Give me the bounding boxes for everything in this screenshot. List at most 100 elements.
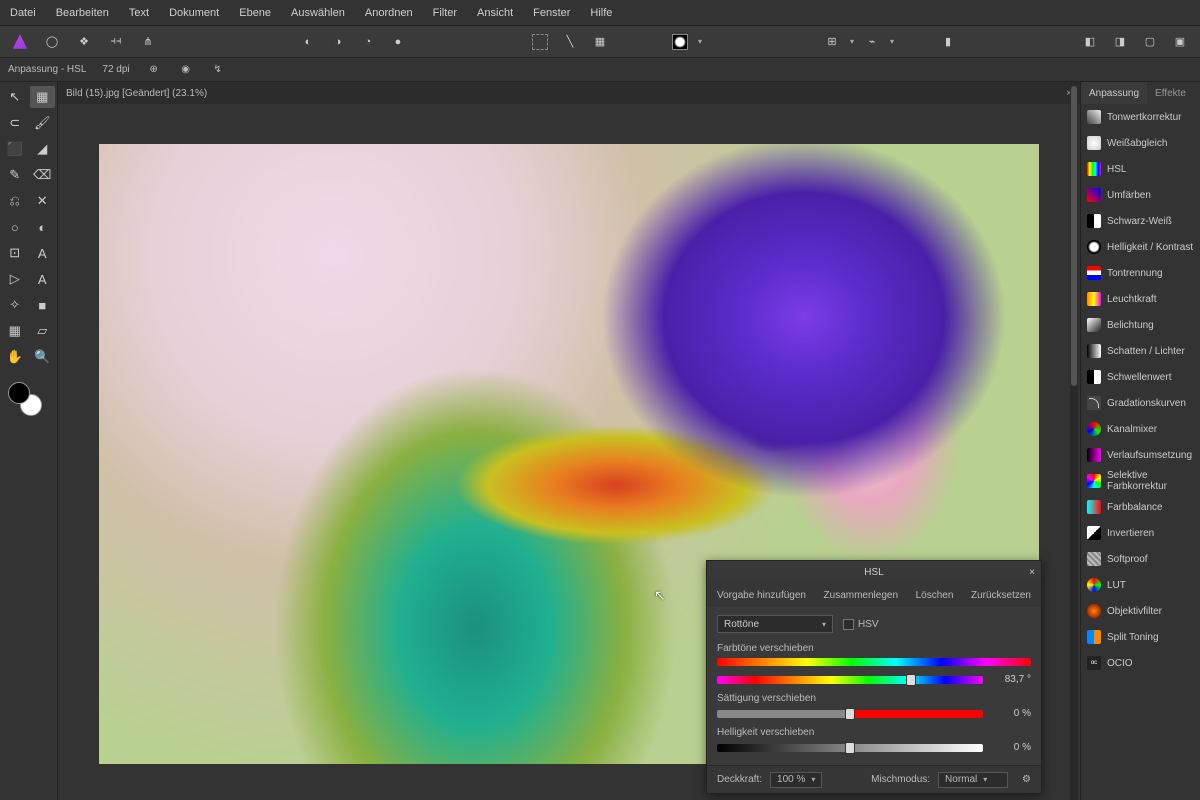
scrollbar-thumb[interactable] — [1071, 86, 1077, 386]
panel-tab-effekte[interactable]: Effekte — [1147, 82, 1194, 104]
adjustment-item[interactable]: Helligkeit / Kontrast — [1081, 234, 1200, 260]
persona-photo-icon[interactable]: ◯ — [40, 30, 64, 54]
node-tool[interactable]: ▷ — [2, 268, 28, 290]
close-icon[interactable]: × — [1029, 567, 1035, 578]
merge-button[interactable]: Zusammenlegen — [824, 590, 898, 601]
adjustment-item[interactable]: Schwellenwert — [1081, 364, 1200, 390]
selection-diagonal-icon[interactable]: ╲ — [558, 30, 582, 54]
adjustment-item[interactable]: Tonwertkorrektur — [1081, 104, 1200, 130]
brush-tool[interactable]: 🖌 — [30, 112, 56, 134]
flood-tool[interactable]: ⬛ — [2, 138, 28, 160]
vector-tool[interactable]: ✧ — [2, 294, 28, 316]
hsv-checkbox[interactable]: HSV — [843, 619, 879, 630]
menu-auswählen[interactable]: Auswählen — [291, 7, 345, 19]
persona-develop-icon[interactable]: ⫞⫞ — [104, 30, 128, 54]
menu-ebene[interactable]: Ebene — [239, 7, 271, 19]
menu-filter[interactable]: Filter — [433, 7, 457, 19]
adjustment-item[interactable]: ocOCIO — [1081, 650, 1200, 676]
lightness-slider-thumb[interactable] — [845, 742, 855, 754]
checkbox-icon[interactable] — [843, 619, 854, 630]
menu-bearbeiten[interactable]: Bearbeiten — [56, 7, 109, 19]
menu-text[interactable]: Text — [129, 7, 149, 19]
menu-ansicht[interactable]: Ansicht — [477, 7, 513, 19]
blendmode-dropdown[interactable]: Normal ▾ — [938, 772, 1008, 788]
gear-icon[interactable]: ⚙ — [1022, 774, 1031, 785]
arrange-ungroup-icon[interactable]: ▣ — [1168, 30, 1192, 54]
persona-liquify-icon[interactable]: ❖ — [72, 30, 96, 54]
adjustment-item[interactable]: Schatten / Lichter — [1081, 338, 1200, 364]
chevron-down-icon[interactable]: ▾ — [698, 37, 702, 46]
move-icon[interactable]: ⊕ — [146, 62, 162, 78]
hand-tool[interactable]: ✋ — [2, 346, 28, 368]
mesh-tool[interactable]: ▦ — [2, 320, 28, 342]
adjustment-item[interactable]: HSL — [1081, 156, 1200, 182]
hue-value[interactable]: 83,7 ° — [991, 674, 1031, 685]
adjustment-item[interactable]: Belichtung — [1081, 312, 1200, 338]
adjustment-item[interactable]: Verlaufsumsetzung — [1081, 442, 1200, 468]
document-tab[interactable]: Bild (15).jpg [Geändert] (23.1%) — [66, 88, 1066, 99]
persona-export-icon[interactable]: ⋔ — [136, 30, 160, 54]
assistant-icon[interactable]: ▮ — [936, 30, 960, 54]
menu-dokument[interactable]: Dokument — [169, 7, 219, 19]
adjustment-item[interactable]: Softproof — [1081, 546, 1200, 572]
add-preset-button[interactable]: Vorgabe hinzufügen — [717, 590, 806, 601]
adjustment-item[interactable]: Leuchtkraft — [1081, 286, 1200, 312]
saturation-slider-thumb[interactable] — [845, 708, 855, 720]
arrange-front-icon[interactable]: ◨ — [1108, 30, 1132, 54]
gradient-linear-icon[interactable]: ◐ — [296, 30, 320, 54]
heal-tool[interactable]: ✕ — [30, 190, 56, 212]
move-tool[interactable]: ↖ — [2, 86, 28, 108]
saturation-slider[interactable] — [717, 710, 983, 718]
selection-tool[interactable]: ▦ — [30, 86, 56, 108]
snap-icon[interactable]: ⌁ — [860, 30, 884, 54]
lightness-value[interactable]: 0 % — [991, 742, 1031, 753]
dodge-tool[interactable]: ○ — [2, 216, 28, 238]
refresh-icon[interactable]: ↯ — [210, 62, 226, 78]
quickmask-icon[interactable] — [668, 30, 692, 54]
hsl-panel-titlebar[interactable]: HSL × — [707, 561, 1041, 583]
hue-slider[interactable] — [717, 676, 983, 684]
adjustment-item[interactable]: LUT — [1081, 572, 1200, 598]
color-swatches[interactable] — [8, 382, 48, 422]
chevron-down-icon[interactable]: ▾ — [890, 37, 894, 46]
gradient-half-icon[interactable]: ◑ — [326, 30, 350, 54]
menu-fenster[interactable]: Fenster — [533, 7, 570, 19]
target-icon[interactable]: ◉ — [178, 62, 194, 78]
adjustment-item[interactable]: Schwarz-Weiß — [1081, 208, 1200, 234]
saturation-value[interactable]: 0 % — [991, 708, 1031, 719]
text-tool[interactable]: A — [30, 242, 56, 264]
gradient-solid-icon[interactable]: ● — [386, 30, 410, 54]
gradient-radial-icon[interactable]: ◔ — [356, 30, 380, 54]
shape-tool[interactable]: A — [30, 268, 56, 290]
eraser-tool[interactable]: ⌫ — [30, 164, 56, 186]
selection-refine-icon[interactable]: ▦ — [588, 30, 612, 54]
chevron-down-icon[interactable]: ▾ — [850, 37, 854, 46]
foreground-color-swatch[interactable] — [8, 382, 30, 404]
selection-marquee-icon[interactable] — [528, 30, 552, 54]
lasso-tool[interactable]: ⊂ — [2, 112, 28, 134]
menu-datei[interactable]: Datei — [10, 7, 36, 19]
menu-anordnen[interactable]: Anordnen — [365, 7, 413, 19]
adjustment-item[interactable]: Selektive Farbkorrektur — [1081, 468, 1200, 494]
arrange-group-icon[interactable]: ▢ — [1138, 30, 1162, 54]
rectangle-tool[interactable]: ■ — [30, 294, 56, 316]
adjustment-item[interactable]: Farbbalance — [1081, 494, 1200, 520]
panel-tab-anpassung[interactable]: Anpassung — [1081, 82, 1147, 104]
adjustment-item[interactable]: Split Toning — [1081, 624, 1200, 650]
grid-icon[interactable]: ⊞ — [820, 30, 844, 54]
menu-hilfe[interactable]: Hilfe — [590, 7, 612, 19]
lightness-slider[interactable] — [717, 744, 983, 752]
adjustment-item[interactable]: Weißabgleich — [1081, 130, 1200, 156]
adjustment-item[interactable]: Gradationskurven — [1081, 390, 1200, 416]
hue-slider-thumb[interactable] — [906, 674, 916, 686]
reset-button[interactable]: Zurücksetzen — [971, 590, 1031, 601]
zoom-tool[interactable]: 🔍 — [30, 346, 56, 368]
vertical-scrollbar[interactable] — [1070, 82, 1078, 800]
perspective-tool[interactable]: ▱ — [30, 320, 56, 342]
pen-tool[interactable]: ✎ — [2, 164, 28, 186]
channel-select[interactable]: Rottöne ▾ — [717, 615, 833, 633]
adjustment-item[interactable]: Umfärben — [1081, 182, 1200, 208]
gradient-tool[interactable]: ◢ — [30, 138, 56, 160]
adjustment-item[interactable]: Kanalmixer — [1081, 416, 1200, 442]
adjustment-item[interactable]: Objektivfilter — [1081, 598, 1200, 624]
